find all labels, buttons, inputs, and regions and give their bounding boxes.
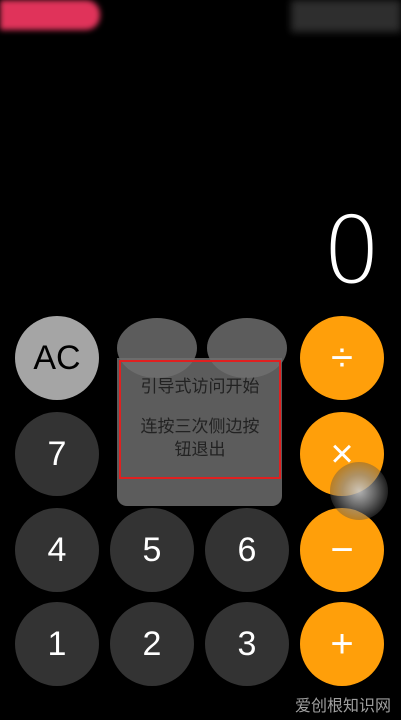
guided-access-banner: 引导式访问开始 连按三次侧边按 钮退出 bbox=[119, 360, 281, 479]
calculator-display: 0 bbox=[322, 197, 381, 304]
six-button[interactable]: 6 bbox=[205, 508, 289, 592]
status-bar-right-blurred bbox=[291, 0, 401, 32]
guided-access-title: 引导式访问开始 bbox=[140, 376, 260, 397]
seven-button[interactable]: 7 bbox=[15, 412, 99, 496]
five-button[interactable]: 5 bbox=[110, 508, 194, 592]
minus-button[interactable]: − bbox=[300, 508, 384, 592]
guided-access-message-line1: 连按三次侧边按 bbox=[140, 416, 260, 437]
status-bar-left-blurred bbox=[0, 0, 100, 30]
assistive-touch-button[interactable] bbox=[330, 462, 388, 520]
guided-access-message-line2: 钮退出 bbox=[174, 440, 226, 461]
divide-button[interactable]: ÷ bbox=[300, 316, 384, 400]
watermark-text: 爱创根知识网 bbox=[294, 696, 391, 715]
two-button[interactable]: 2 bbox=[110, 602, 194, 686]
one-button[interactable]: 1 bbox=[15, 602, 99, 686]
plus-button[interactable]: + bbox=[300, 602, 384, 686]
four-button[interactable]: 4 bbox=[15, 508, 99, 592]
three-button[interactable]: 3 bbox=[205, 602, 289, 686]
ac-button[interactable]: AC bbox=[15, 316, 99, 400]
